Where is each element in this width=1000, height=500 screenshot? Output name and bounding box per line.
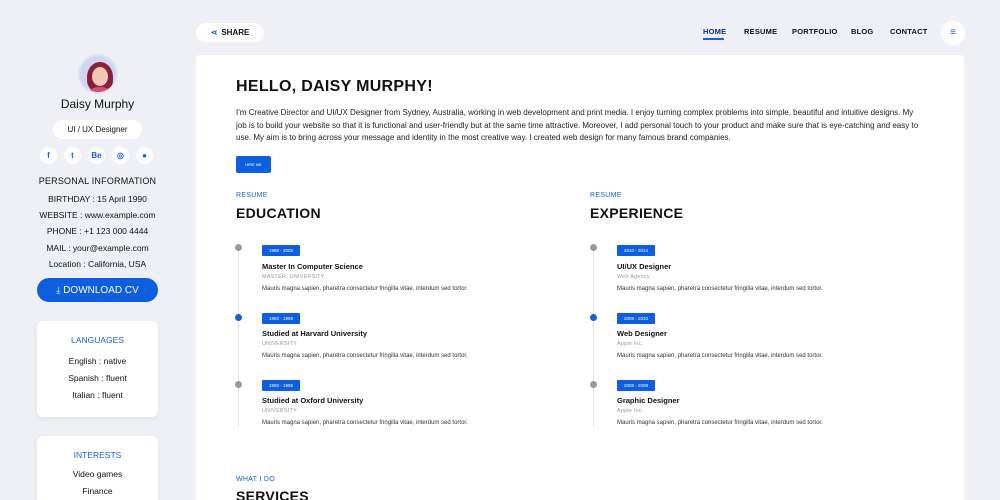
- timeline-item-desc: Mauris magna sapien, pharetra consectetu…: [617, 353, 823, 359]
- timeline-dot: [590, 244, 597, 251]
- timeline-item-subtitle: Web Agency: [617, 274, 650, 280]
- profile-name: Daisy Murphy: [60, 97, 135, 111]
- timeline-item-title: UI/UX Designer: [617, 262, 672, 271]
- facebook-icon[interactable]: f: [40, 147, 57, 164]
- interest-item: Finance: [82, 486, 113, 496]
- year-badge: 1993 - 1995: [262, 380, 301, 391]
- timeline-item-subtitle: UNIVERSITY: [262, 341, 298, 347]
- behance-icon[interactable]: Be: [88, 147, 105, 164]
- hamburger-icon[interactable]: ≡: [941, 21, 965, 45]
- nav-active-indicator: [703, 38, 724, 40]
- language-item: Spanish : fluent: [68, 373, 127, 383]
- download-icon: ⤓: [56, 285, 61, 295]
- hire-me-button[interactable]: HIRE ME: [236, 156, 271, 173]
- nav-home[interactable]: HOME: [703, 27, 726, 36]
- dribbble-icon[interactable]: ◎: [112, 147, 129, 164]
- year-badge: 2008 - 2008: [617, 380, 656, 391]
- year-badge: 1998 - 2003: [262, 245, 301, 256]
- download-cv-button[interactable]: ⤓ DOWNLOAD CV: [37, 278, 158, 302]
- timeline-item-subtitle: UNIVERSITY: [262, 408, 298, 414]
- education-section-label: RESUME: [236, 192, 268, 199]
- info-website[interactable]: WEBSITE : www.example.com: [0, 210, 195, 220]
- timeline-dot: [235, 314, 242, 321]
- info-mail[interactable]: MAIL : your@example.com: [0, 243, 195, 253]
- nav-blog[interactable]: BLOG: [851, 27, 873, 36]
- timeline-item-desc: Mauris magna sapien, pharetra consectetu…: [262, 286, 468, 292]
- timeline-item-title: Web Designer: [617, 329, 667, 338]
- timeline-item-desc: Mauris magna sapien, pharetra consectetu…: [617, 420, 823, 426]
- timeline-item-subtitle: MASTER, UNIVERSITY: [262, 274, 325, 280]
- timeline-item-desc: Mauris magna sapien, pharetra consectetu…: [617, 286, 823, 292]
- interests-card: INTERESTS Video games Finance: [37, 436, 158, 500]
- interest-item: Video games: [72, 469, 123, 479]
- timeline-item-desc: Mauris magna sapien, pharetra consectetu…: [262, 420, 468, 426]
- info-phone: PHONE : +1 123 000 4444: [46, 226, 149, 236]
- education-title: EDUCATION: [236, 205, 321, 221]
- timeline-item-subtitle: Apple Inc.: [617, 408, 644, 414]
- timeline-dot: [590, 314, 597, 321]
- intro-text: I'm Creative Director and UI/UX Designer…: [236, 108, 919, 142]
- year-badge: 2010 - 2014: [617, 245, 656, 256]
- timeline-item-title: Master In Computer Science: [262, 262, 363, 271]
- timeline-dot: [235, 244, 242, 251]
- services-section-label: WHAT I DO: [236, 476, 275, 483]
- experience-title: EXPERIENCE: [590, 205, 684, 221]
- personal-info-title: PERSONAL INFORMATION: [38, 176, 157, 186]
- github-icon[interactable]: ●: [136, 147, 153, 164]
- main-content: HELLO, DAISY MURPHY! I'm Creative Direct…: [196, 55, 964, 500]
- download-cv-label: DOWNLOAD CV: [63, 285, 139, 296]
- nav-contact[interactable]: CONTACT: [890, 27, 928, 36]
- twitter-icon[interactable]: t: [64, 147, 81, 164]
- timeline-item-desc: Mauris magna sapien, pharetra consectetu…: [262, 353, 468, 359]
- language-item: Italian : fluent: [72, 390, 123, 400]
- timeline-dot: [235, 381, 242, 388]
- timeline-item-title: Studied at Harvard University: [262, 329, 368, 338]
- info-birthday: BIRTHDAY : 15 April 1990: [48, 194, 147, 204]
- timeline-item-title: Graphic Designer: [617, 396, 680, 405]
- share-button[interactable]: ⋖ SHARE: [196, 23, 264, 42]
- experience-timeline: [593, 247, 594, 427]
- sidebar: Daisy Murphy UI / UX Designer f t Be ◎ ●…: [0, 0, 195, 500]
- info-location: Location : California, USA: [48, 259, 147, 269]
- services-title: SERVICES: [236, 488, 309, 500]
- timeline-item-title: Studied at Oxford University: [262, 396, 364, 405]
- role-badge: UI / UX Designer: [53, 120, 142, 139]
- social-links: f t Be ◎ ●: [40, 147, 153, 164]
- year-badge: 1993 - 1998: [262, 313, 301, 324]
- share-label: SHARE: [221, 28, 250, 37]
- avatar: [78, 54, 118, 94]
- education-timeline: [238, 247, 239, 427]
- experience-section-label: RESUME: [590, 192, 622, 199]
- timeline-item-subtitle: Apple Inc.: [617, 341, 644, 347]
- share-icon: ⋖: [210, 28, 218, 37]
- nav-portfolio[interactable]: PORTFOLIO: [792, 27, 838, 36]
- interests-title: INTERESTS: [73, 450, 122, 460]
- timeline-dot: [590, 381, 597, 388]
- languages-card: LANGUAGES English : native Spanish : flu…: [37, 321, 158, 417]
- nav-resume[interactable]: RESUME: [744, 27, 777, 36]
- year-badge: 2008 - 2010: [617, 313, 656, 324]
- language-item: English : native: [68, 356, 127, 366]
- languages-title: LANGUAGES: [71, 335, 124, 345]
- page-title: HELLO, DAISY MURPHY!: [236, 78, 433, 95]
